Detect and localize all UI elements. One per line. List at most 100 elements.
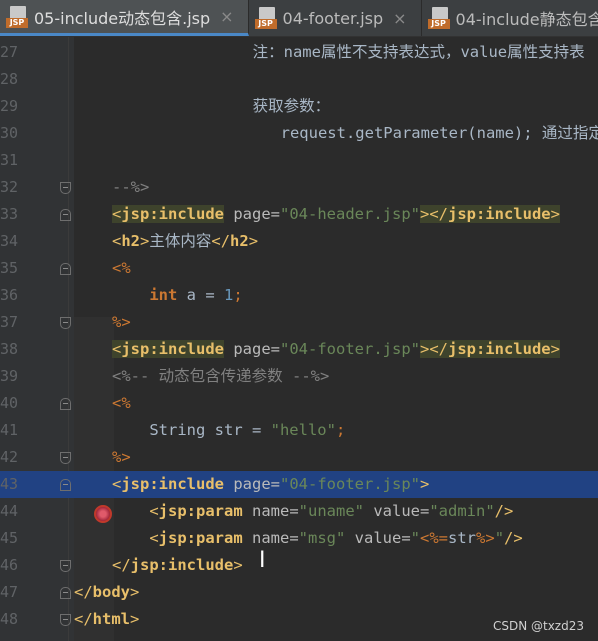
code-line[interactable]: 41 String str = "hello";: [0, 417, 598, 444]
tab-label: 04-footer.jsp: [282, 8, 384, 28]
code-line[interactable]: 46 </jsp:include>: [0, 552, 598, 579]
line-number: 34: [0, 232, 19, 250]
line-number: 48: [0, 610, 19, 628]
code-text: 获取参数：: [122, 93, 331, 120]
breakpoint-icon[interactable]: [94, 505, 112, 523]
code-text: String str = "hello";: [112, 417, 345, 444]
code-line[interactable]: 43 <jsp:include page="04-footer.jsp">: [0, 471, 598, 498]
code-text: <jsp:include page="04-footer.jsp">: [112, 471, 429, 498]
code-token: 主体内容: [149, 232, 212, 250]
code-line[interactable]: 36 int a = 1;: [0, 282, 598, 309]
line-number: 28: [0, 70, 19, 88]
code-token: "04-header.jsp": [280, 205, 420, 223]
line-number: 36: [0, 286, 19, 304]
code-token: >: [550, 340, 560, 358]
close-icon[interactable]: ×: [393, 9, 406, 28]
tab-04-include-static[interactable]: JSP 04-include静态包含.js: [422, 0, 598, 36]
fold-marker-icon[interactable]: [60, 479, 71, 491]
code-line[interactable]: 33 <jsp:include page="04-header.jsp"></js…: [0, 201, 598, 228]
code-token: />: [494, 502, 514, 520]
code-token: value=: [345, 529, 411, 547]
fold-marker-icon[interactable]: [60, 398, 71, 410]
code-token: >: [248, 232, 259, 250]
fold-marker-icon[interactable]: [60, 182, 71, 194]
code-line[interactable]: 38 <jsp:include page="04-footer.jsp"></js…: [0, 336, 598, 363]
code-text: int a = 1;: [112, 282, 243, 309]
code-token: >: [419, 475, 430, 493]
code-text: <h2>主体内容</h2>: [112, 228, 258, 255]
close-icon[interactable]: ×: [220, 7, 233, 26]
code-token: ;: [233, 286, 243, 304]
code-token: str: [448, 529, 477, 547]
code-line[interactable]: 40 <%: [0, 390, 598, 417]
code-text: <%: [112, 255, 131, 282]
code-text: --%>: [112, 174, 149, 201]
fold-marker-icon[interactable]: [60, 560, 71, 572]
line-number: 42: [0, 448, 19, 466]
code-token: int: [149, 286, 178, 304]
code-token: "04-footer.jsp": [280, 475, 420, 493]
tab-04-footer[interactable]: JSP 04-footer.jsp ×: [249, 0, 422, 36]
code-line[interactable]: 28: [0, 66, 598, 93]
code-token: <: [149, 502, 159, 520]
code-line[interactable]: 34 <h2>主体内容</h2>: [0, 228, 598, 255]
code-token: <%: [112, 394, 131, 412]
code-token: page=: [224, 340, 280, 358]
code-line[interactable]: 35 <%: [0, 255, 598, 282]
code-line[interactable]: 44 <jsp:param name="uname" value="admin"…: [0, 498, 598, 525]
code-token: body: [92, 583, 130, 601]
code-token: <%=: [420, 529, 449, 547]
editor-tab-bar: JSP 05-include动态包含.jsp × JSP 04-footer.j…: [0, 0, 598, 37]
code-token: </: [211, 232, 231, 250]
line-number: 38: [0, 340, 19, 358]
code-token: jsp:include: [130, 556, 234, 574]
code-token: h2: [230, 232, 249, 250]
code-line[interactable]: 29 获取参数：: [0, 93, 598, 120]
line-number: 33: [0, 205, 19, 223]
line-number: 29: [0, 97, 19, 115]
code-line[interactable]: 45 <jsp:param name="msg" value="<%=str%>…: [0, 525, 598, 552]
code-token: page=: [224, 475, 280, 493]
code-token: jsp:include: [121, 205, 224, 223]
code-token: jsp:param: [158, 529, 243, 547]
jsp-file-icon: JSP: [6, 5, 28, 28]
code-text: </body>: [74, 579, 139, 606]
code-token: "admin": [429, 502, 495, 520]
code-line[interactable]: 47 </body>: [0, 579, 598, 606]
fold-marker-icon[interactable]: [60, 263, 71, 275]
code-token: >: [233, 556, 243, 574]
code-line[interactable]: 42 %>: [0, 444, 598, 471]
code-text: <jsp:include page="04-footer.jsp"></jsp:…: [112, 336, 560, 363]
fold-marker-icon[interactable]: [60, 587, 71, 599]
fold-marker-icon[interactable]: [60, 452, 71, 464]
code-text: %>: [112, 444, 131, 471]
code-token: html: [92, 610, 130, 628]
line-number: 45: [0, 529, 19, 547]
code-token: jsp:include: [121, 340, 224, 358]
tab-05-include-dynamic[interactable]: JSP 05-include动态包含.jsp ×: [0, 0, 249, 36]
code-line[interactable]: 32 --%>: [0, 174, 598, 201]
code-token: </: [112, 556, 131, 574]
code-token: >: [140, 232, 150, 250]
code-token: ": [494, 529, 505, 547]
line-number: 31: [0, 151, 19, 169]
text-cursor-icon: I: [259, 548, 266, 573]
code-token: <: [112, 475, 122, 493]
tab-label: 05-include动态包含.jsp: [34, 8, 211, 28]
code-line[interactable]: 30 request.getParameter(name); 通过指定: [0, 120, 598, 147]
code-token: jsp:param: [158, 502, 243, 520]
fold-marker-icon[interactable]: [60, 209, 71, 221]
code-token: jsp:include: [121, 475, 224, 493]
fold-marker-icon[interactable]: [60, 317, 71, 329]
code-line[interactable]: 39 <%-- 动态包含传递参数 --%>: [0, 363, 598, 390]
code-line[interactable]: 37 %>: [0, 309, 598, 336]
code-line[interactable]: 31: [0, 147, 598, 174]
fold-marker-icon[interactable]: [60, 614, 71, 626]
code-line[interactable]: 27 注：name属性不支持表达式，value属性支持表: [0, 39, 598, 66]
code-token: </: [74, 583, 93, 601]
code-token: >: [130, 610, 140, 628]
code-token: <%-- 动态包含传递参数 --%>: [112, 367, 330, 385]
code-editor[interactable]: 27 注：name属性不支持表达式，value属性支持表 28 29 获取参数： 30…: [0, 37, 598, 641]
